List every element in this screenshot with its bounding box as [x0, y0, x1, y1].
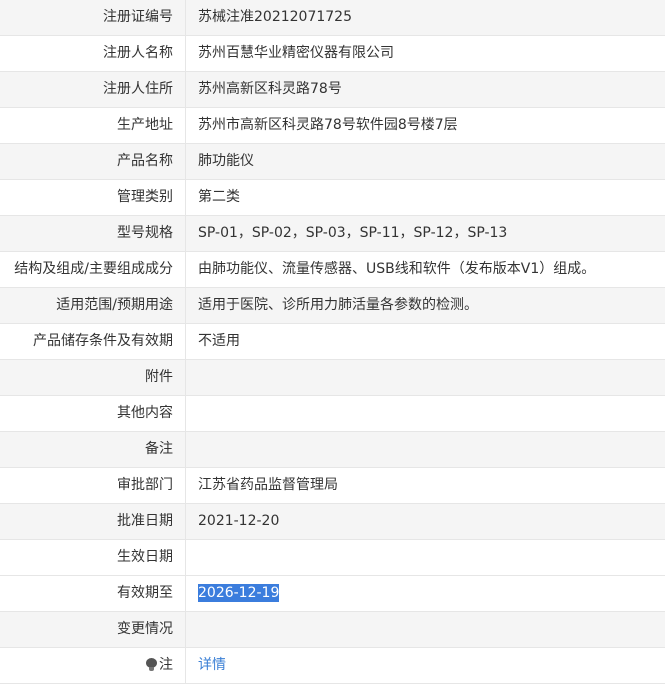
- field-value: 苏州百慧华业精密仪器有限公司: [198, 45, 394, 61]
- row-registration-number: 注册证编号 苏械注准20212071725: [0, 0, 665, 36]
- field-value: [186, 396, 665, 431]
- field-value: [186, 360, 665, 395]
- field-value: 2021-12-20: [198, 513, 280, 529]
- field-label: 生效日期: [117, 549, 173, 565]
- details-link[interactable]: 详情: [198, 657, 226, 673]
- field-value: [186, 540, 665, 575]
- row-product-name: 产品名称 肺功能仪: [0, 144, 665, 180]
- note-label: 注: [159, 657, 173, 673]
- row-management-class: 管理类别 第二类: [0, 180, 665, 216]
- row-approval-dept: 审批部门 江苏省药品监督管理局: [0, 468, 665, 504]
- row-registrant-name: 注册人名称 苏州百慧华业精密仪器有限公司: [0, 36, 665, 72]
- field-value: 适用于医院、诊所用力肺活量各参数的检测。: [198, 297, 478, 313]
- row-storage-validity: 产品储存条件及有效期 不适用: [0, 324, 665, 360]
- field-label: 审批部门: [117, 477, 173, 493]
- row-production-address: 生产地址 苏州市高新区科灵路78号软件园8号楼7层: [0, 108, 665, 144]
- field-label: 生产地址: [117, 117, 173, 133]
- field-label: 注册人名称: [103, 45, 173, 61]
- field-value: 苏州市高新区科灵路78号软件园8号楼7层: [198, 117, 458, 133]
- field-label: 附件: [145, 369, 173, 385]
- row-intended-use: 适用范围/预期用途 适用于医院、诊所用力肺活量各参数的检测。: [0, 288, 665, 324]
- row-approval-date: 批准日期 2021-12-20: [0, 504, 665, 540]
- field-value: 第二类: [198, 189, 240, 205]
- field-label: 备注: [145, 441, 173, 457]
- field-label: 适用范围/预期用途: [56, 297, 173, 313]
- field-value: 苏州高新区科灵路78号: [198, 81, 342, 97]
- row-registrant-address: 注册人住所 苏州高新区科灵路78号: [0, 72, 665, 108]
- field-label: 变更情况: [117, 621, 173, 637]
- field-label: 其他内容: [117, 405, 173, 421]
- row-attachment: 附件: [0, 360, 665, 396]
- field-label: 批准日期: [117, 513, 173, 529]
- field-value: SP-01，SP-02，SP-03，SP-11，SP-12，SP-13: [198, 225, 508, 241]
- row-remarks: 备注: [0, 432, 665, 468]
- selected-value[interactable]: 2026-12-19: [198, 584, 280, 602]
- field-value: [186, 612, 665, 647]
- row-valid-until: 有效期至 2026-12-19: [0, 576, 665, 612]
- field-value: [186, 432, 665, 467]
- field-label: 产品储存条件及有效期: [33, 333, 173, 349]
- field-label: 结构及组成/主要组成成分: [14, 261, 173, 277]
- row-structure-composition: 结构及组成/主要组成成分 由肺功能仪、流量传感器、USB线和软件（发布版本V1）…: [0, 252, 665, 288]
- row-model-spec: 型号规格 SP-01，SP-02，SP-03，SP-11，SP-12，SP-13: [0, 216, 665, 252]
- field-label: 型号规格: [117, 225, 173, 241]
- field-label: 注册证编号: [103, 9, 173, 25]
- field-label: 产品名称: [117, 153, 173, 169]
- field-value: 由肺功能仪、流量传感器、USB线和软件（发布版本V1）组成。: [198, 261, 596, 277]
- field-value: 不适用: [198, 333, 240, 349]
- field-label: 管理类别: [117, 189, 173, 205]
- field-label: 有效期至: [117, 585, 173, 601]
- field-value: 肺功能仪: [198, 153, 254, 169]
- row-change-status: 变更情况: [0, 612, 665, 648]
- field-value: 苏械注准20212071725: [198, 9, 352, 25]
- row-other-content: 其他内容: [0, 396, 665, 432]
- field-label: 注册人住所: [103, 81, 173, 97]
- field-value: 江苏省药品监督管理局: [198, 477, 338, 493]
- row-effective-date: 生效日期: [0, 540, 665, 576]
- row-note: 注 详情: [0, 648, 665, 684]
- lightbulb-icon: [146, 658, 157, 671]
- registration-detail-table: 注册证编号 苏械注准20212071725 注册人名称 苏州百慧华业精密仪器有限…: [0, 0, 665, 684]
